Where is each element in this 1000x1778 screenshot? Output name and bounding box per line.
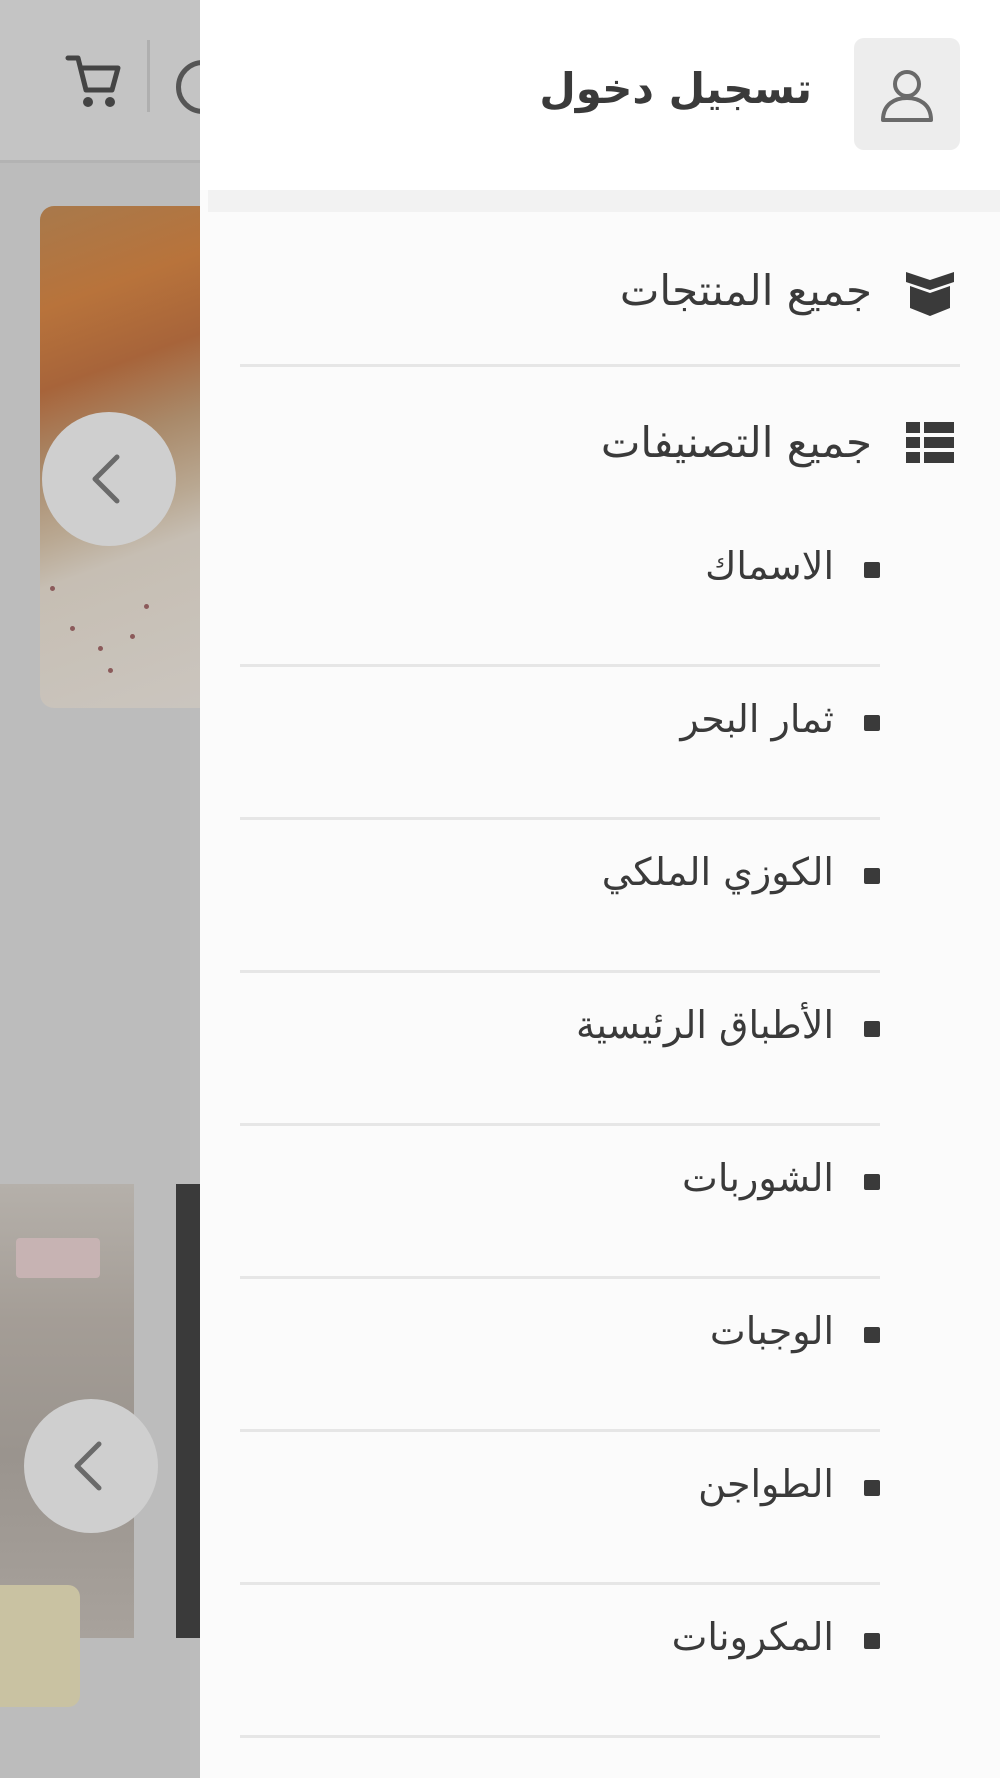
- list-icon: [900, 412, 960, 472]
- category-item[interactable]: الكوزي الملكي: [240, 820, 880, 973]
- chevron-left-icon: [92, 454, 120, 504]
- chevron-left-icon: [74, 1441, 102, 1491]
- category-item[interactable]: الاسماك: [240, 514, 880, 667]
- category-label: ثمار البحر: [680, 697, 834, 741]
- bullet-icon: [864, 1480, 880, 1496]
- bullet-icon: [864, 1633, 880, 1649]
- nav-all-categories-label: جميع التصنيفات: [600, 417, 872, 467]
- cart-icon[interactable]: [64, 52, 124, 112]
- header-separator: [208, 190, 1000, 212]
- site-header: [0, 0, 230, 163]
- category-list: الاسماك ثمار البحر الكوزي الملكي الأطباق…: [240, 514, 880, 1738]
- category-label: المكرونات: [671, 1615, 834, 1659]
- category-item[interactable]: ثمار البحر: [240, 667, 880, 820]
- login-link[interactable]: تسجيل دخول: [539, 64, 812, 113]
- carousel-prev-button[interactable]: [42, 412, 176, 546]
- bullet-icon: [864, 1174, 880, 1190]
- nav-all-products-label: جميع المنتجات: [619, 265, 872, 315]
- user-avatar-button[interactable]: [854, 38, 960, 150]
- header-divider: [147, 40, 150, 112]
- bullet-icon: [864, 1327, 880, 1343]
- bullet-icon: [864, 1021, 880, 1037]
- category-item[interactable]: الطواجن: [240, 1432, 880, 1585]
- category-label: الاسماك: [705, 544, 834, 588]
- category-item[interactable]: المكرونات: [240, 1585, 880, 1738]
- nav-all-categories[interactable]: جميع التصنيفات: [240, 402, 960, 482]
- divider: [240, 364, 960, 367]
- side-drawer: تسجيل دخول جميع المنتجات جميع التصنيفات: [200, 0, 1000, 1778]
- bullet-icon: [864, 715, 880, 731]
- category-label: الأطباق الرئيسية: [576, 1003, 834, 1047]
- category-label: الكوزي الملكي: [601, 850, 834, 894]
- bullet-icon: [864, 868, 880, 884]
- box-open-icon: [900, 260, 960, 320]
- category-label: الطواجن: [698, 1462, 834, 1506]
- bullet-icon: [864, 562, 880, 578]
- nav-all-products[interactable]: جميع المنتجات: [240, 250, 960, 330]
- user-icon: [881, 70, 933, 122]
- promo-banner[interactable]: [0, 1585, 80, 1707]
- category-label: الشوربات: [682, 1156, 834, 1200]
- category-item[interactable]: الأطباق الرئيسية: [240, 973, 880, 1126]
- restaurant-logo: [16, 1238, 100, 1278]
- drawer-header: تسجيل دخول: [200, 0, 1000, 190]
- category-item[interactable]: الوجبات: [240, 1279, 880, 1432]
- category-item[interactable]: الشوربات: [240, 1126, 880, 1279]
- category-label: الوجبات: [709, 1309, 834, 1353]
- carousel-prev-button[interactable]: [24, 1399, 158, 1533]
